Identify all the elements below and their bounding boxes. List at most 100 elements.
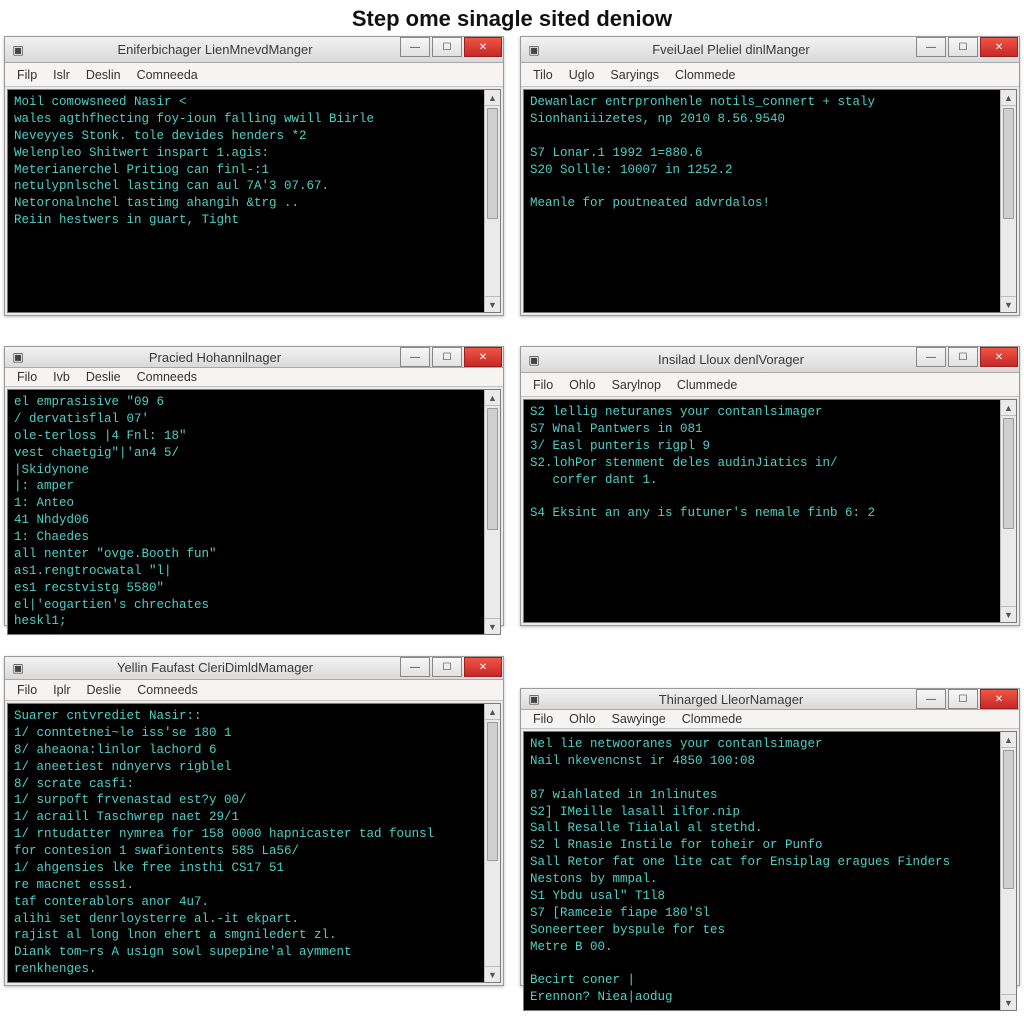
menu-item[interactable]: Comneeda	[129, 66, 206, 84]
scroll-thumb[interactable]	[1003, 750, 1014, 889]
menu-item[interactable]: Ivb	[45, 368, 78, 386]
window-title: Pracied Hohannilnager	[31, 350, 399, 365]
menu-item[interactable]: Islr	[45, 66, 78, 84]
window-0: ▣ Eniferbichager LienMnevdManger — ☐ ✕ F…	[4, 36, 504, 316]
scroll-down-icon[interactable]: ▼	[485, 618, 500, 634]
terminal-output[interactable]: Dewanlacr entrpronhenle notils_connert +…	[524, 90, 1000, 312]
menu-item[interactable]: Sarylnop	[604, 376, 669, 394]
scroll-down-icon[interactable]: ▼	[1001, 296, 1016, 312]
titlebar[interactable]: ▣ Insilad Lloux denlVorager — ☐ ✕	[521, 347, 1019, 373]
menu-item[interactable]: Filp	[9, 66, 45, 84]
menu-item[interactable]: Iplr	[45, 681, 78, 699]
close-button[interactable]: ✕	[980, 347, 1018, 367]
system-menu-icon[interactable]: ▣	[521, 353, 547, 367]
window-2: ▣ Pracied Hohannilnager — ☐ ✕ Filo Ivb D…	[4, 346, 504, 626]
minimize-button[interactable]: —	[916, 37, 946, 57]
system-menu-icon[interactable]: ▣	[5, 43, 31, 57]
menu-item[interactable]: Sawyinge	[604, 710, 674, 728]
terminal-output[interactable]: S2 lellig neturanes your contanlsimager …	[524, 400, 1000, 622]
scroll-up-icon[interactable]: ▲	[485, 704, 500, 720]
menu-item[interactable]: Filo	[9, 368, 45, 386]
close-button[interactable]: ✕	[464, 37, 502, 57]
scrollbar[interactable]: ▲ ▼	[484, 704, 500, 982]
window-controls: — ☐ ✕	[915, 37, 1019, 62]
menu-item[interactable]: Deslie	[79, 681, 130, 699]
scrollbar[interactable]: ▲ ▼	[1000, 732, 1016, 1010]
menu-item[interactable]: Clummede	[669, 376, 745, 394]
scroll-up-icon[interactable]: ▲	[485, 390, 500, 406]
terminal-area: Suarer cntvrediet Nasir:: 1/ conntetnei~…	[7, 703, 501, 983]
maximize-button[interactable]: ☐	[432, 657, 462, 677]
window-1: ▣ FveiUael Pleliel dinlManger — ☐ ✕ Tilo…	[520, 36, 1020, 316]
maximize-button[interactable]: ☐	[948, 37, 978, 57]
menu-item[interactable]: Filo	[525, 710, 561, 728]
menu-item[interactable]: Comneeds	[129, 681, 205, 699]
scrollbar[interactable]: ▲ ▼	[484, 390, 500, 634]
menu-item[interactable]: Ohlo	[561, 376, 603, 394]
window-4: ▣ Yellin Faufast CleriDimldMamager — ☐ ✕…	[4, 656, 504, 986]
titlebar[interactable]: ▣ FveiUael Pleliel dinlManger — ☐ ✕	[521, 37, 1019, 63]
system-menu-icon[interactable]: ▣	[521, 43, 547, 57]
scroll-down-icon[interactable]: ▼	[485, 966, 500, 982]
scroll-thumb[interactable]	[1003, 418, 1014, 529]
window-title: Yellin Faufast CleriDimldMamager	[31, 660, 399, 675]
titlebar[interactable]: ▣ Thinarged LleorNamager — ☐ ✕	[521, 689, 1019, 710]
menu-item[interactable]: Clommede	[667, 66, 743, 84]
menu-item[interactable]: Filo	[525, 376, 561, 394]
terminal-output[interactable]: el emprasisive "09 6 / dervatisflal 07' …	[8, 390, 484, 634]
menu-item[interactable]: Deslin	[78, 66, 129, 84]
menu-item[interactable]: Comneeds	[129, 368, 205, 386]
minimize-button[interactable]: —	[400, 347, 430, 367]
terminal-area: Nel lie netwooranes your contanlsimager …	[523, 731, 1017, 1011]
system-menu-icon[interactable]: ▣	[5, 350, 31, 364]
terminal-area: Moil comowsneed Nasir < wales agthfhecti…	[7, 89, 501, 313]
menu-item[interactable]: Ohlo	[561, 710, 603, 728]
scroll-thumb[interactable]	[1003, 108, 1014, 219]
menu-item[interactable]: Saryings	[602, 66, 667, 84]
menu-item[interactable]: Uglo	[561, 66, 603, 84]
scroll-up-icon[interactable]: ▲	[1001, 90, 1016, 106]
maximize-button[interactable]: ☐	[432, 347, 462, 367]
scrollbar[interactable]: ▲ ▼	[1000, 400, 1016, 622]
window-title: Thinarged LleorNamager	[547, 692, 915, 707]
titlebar[interactable]: ▣ Yellin Faufast CleriDimldMamager — ☐ ✕	[5, 657, 503, 680]
close-button[interactable]: ✕	[980, 689, 1018, 709]
menu-item[interactable]: Tilo	[525, 66, 561, 84]
scroll-up-icon[interactable]: ▲	[485, 90, 500, 106]
scroll-thumb[interactable]	[487, 722, 498, 861]
window-grid: ▣ Eniferbichager LienMnevdManger — ☐ ✕ F…	[0, 36, 1024, 986]
menu-item[interactable]: Filo	[9, 681, 45, 699]
close-button[interactable]: ✕	[464, 347, 502, 367]
maximize-button[interactable]: ☐	[948, 689, 978, 709]
close-button[interactable]: ✕	[464, 657, 502, 677]
scroll-down-icon[interactable]: ▼	[485, 296, 500, 312]
terminal-output[interactable]: Suarer cntvrediet Nasir:: 1/ conntetnei~…	[8, 704, 484, 982]
minimize-button[interactable]: —	[400, 37, 430, 57]
maximize-button[interactable]: ☐	[948, 347, 978, 367]
window-controls: — ☐ ✕	[915, 347, 1019, 372]
system-menu-icon[interactable]: ▣	[521, 692, 547, 706]
system-menu-icon[interactable]: ▣	[5, 661, 31, 675]
titlebar[interactable]: ▣ Pracied Hohannilnager — ☐ ✕	[5, 347, 503, 368]
minimize-button[interactable]: —	[916, 347, 946, 367]
window-controls: — ☐ ✕	[399, 657, 503, 679]
minimize-button[interactable]: —	[400, 657, 430, 677]
scroll-up-icon[interactable]: ▲	[1001, 400, 1016, 416]
scroll-thumb[interactable]	[487, 108, 498, 219]
terminal-output[interactable]: Nel lie netwooranes your contanlsimager …	[524, 732, 1000, 1010]
scrollbar[interactable]: ▲ ▼	[1000, 90, 1016, 312]
menu-item[interactable]: Deslie	[78, 368, 129, 386]
terminal-output[interactable]: Moil comowsneed Nasir < wales agthfhecti…	[8, 90, 484, 312]
maximize-button[interactable]: ☐	[432, 37, 462, 57]
scroll-down-icon[interactable]: ▼	[1001, 606, 1016, 622]
scroll-up-icon[interactable]: ▲	[1001, 732, 1016, 748]
menu-item[interactable]: Clommede	[674, 710, 750, 728]
menubar: Filo Ohlo Sarylnop Clummede	[521, 373, 1019, 397]
scroll-down-icon[interactable]: ▼	[1001, 994, 1016, 1010]
close-button[interactable]: ✕	[980, 37, 1018, 57]
scroll-thumb[interactable]	[487, 408, 498, 530]
titlebar[interactable]: ▣ Eniferbichager LienMnevdManger — ☐ ✕	[5, 37, 503, 63]
window-title: Eniferbichager LienMnevdManger	[31, 42, 399, 57]
minimize-button[interactable]: —	[916, 689, 946, 709]
scrollbar[interactable]: ▲ ▼	[484, 90, 500, 312]
